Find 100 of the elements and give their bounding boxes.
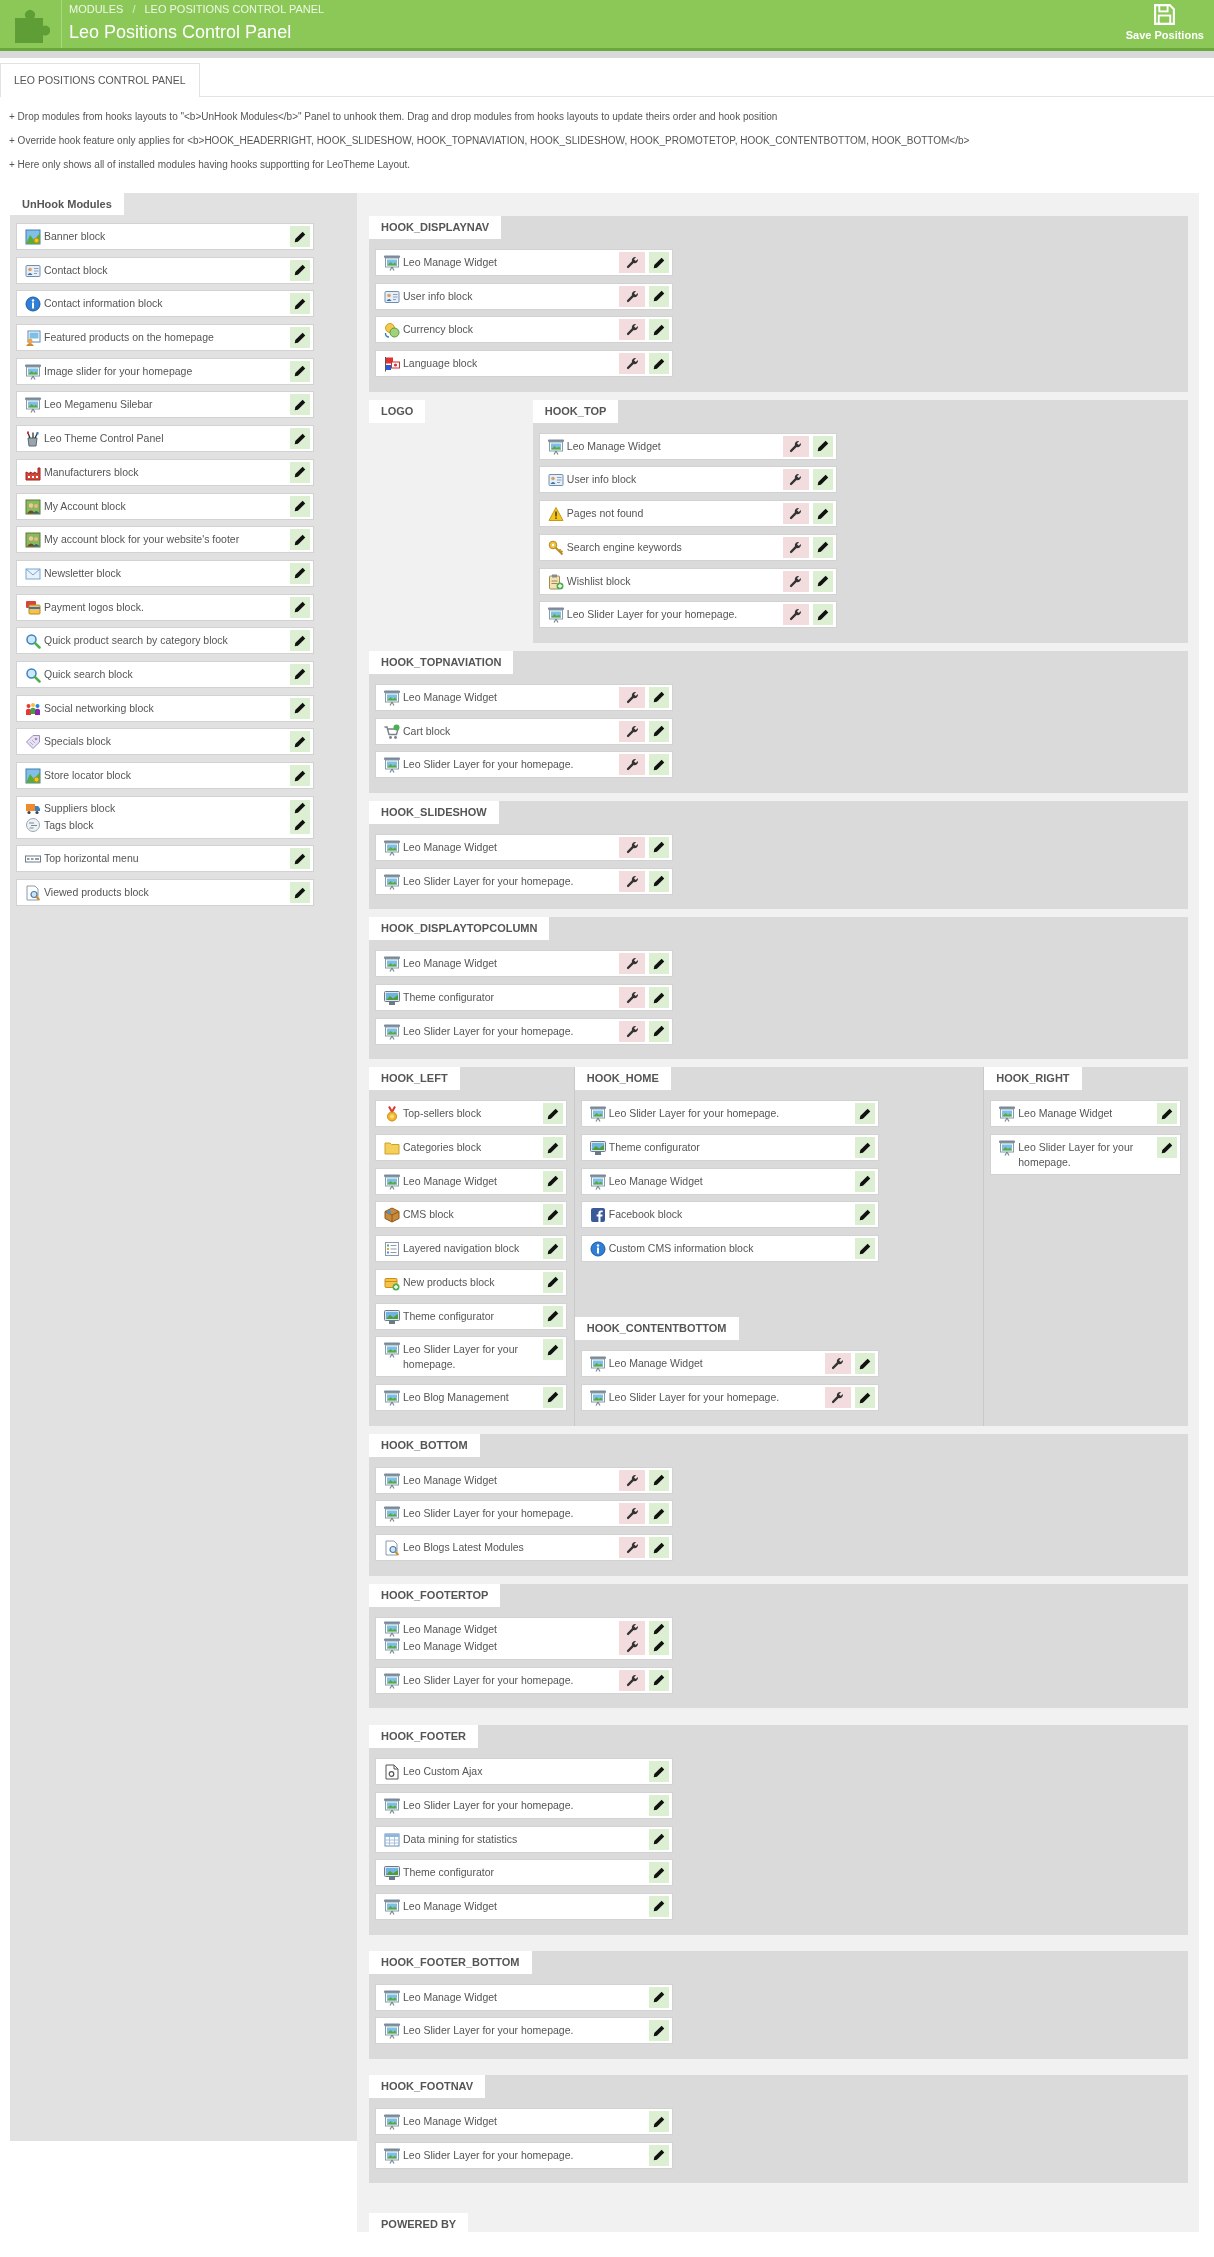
module-item[interactable]: Custom CMS information block	[580, 1235, 879, 1263]
edit-button[interactable]	[649, 1020, 669, 1042]
edit-button[interactable]	[290, 327, 310, 349]
edit-button[interactable]	[854, 1170, 875, 1192]
module-item[interactable]: Manufacturers block	[16, 458, 314, 486]
edit-button[interactable]	[649, 2020, 669, 2042]
module-item[interactable]: Featured products on the homepage	[16, 324, 314, 352]
module-item[interactable]: Leo Megamenu Silebar	[16, 391, 314, 419]
edit-button[interactable]	[290, 799, 310, 817]
edit-button[interactable]	[649, 1537, 669, 1559]
wrench-button[interactable]	[619, 1020, 645, 1042]
edit-button[interactable]	[542, 1204, 563, 1226]
edit-button[interactable]	[649, 252, 669, 273]
edit-button[interactable]	[649, 987, 669, 1008]
module-item[interactable]: Leo Slider Layer for your homepage.	[375, 1666, 673, 1694]
edit-button[interactable]	[542, 1305, 563, 1327]
wrench-button[interactable]	[619, 987, 645, 1008]
edit-button[interactable]	[1157, 1137, 1177, 1159]
module-item[interactable]: Leo Custom Ajax	[375, 1758, 673, 1786]
module-item[interactable]: Categories block	[375, 1134, 567, 1162]
wrench-button[interactable]	[619, 720, 645, 742]
edit-button[interactable]	[290, 360, 310, 382]
edit-button[interactable]	[854, 1353, 875, 1375]
module-item[interactable]: Top horizontal menu	[16, 845, 314, 873]
wrench-button[interactable]	[782, 570, 809, 592]
edit-button[interactable]	[290, 495, 310, 517]
wrench-button[interactable]	[619, 319, 645, 341]
module-item[interactable]: Top-sellers block	[375, 1100, 567, 1128]
edit-button[interactable]	[290, 394, 310, 416]
module-item[interactable]: Leo Manage Widget	[538, 432, 837, 460]
module-item[interactable]: Leo Theme Control Panel	[16, 425, 314, 453]
edit-button[interactable]	[542, 1170, 563, 1192]
module-item[interactable]: Theme configurator	[375, 984, 673, 1011]
edit-button[interactable]	[290, 630, 310, 652]
module-item[interactable]: Leo Manage Widget	[375, 249, 673, 276]
module-item[interactable]: Banner block	[16, 223, 314, 250]
module-item[interactable]: Leo Manage Widget	[990, 1100, 1181, 1128]
edit-button[interactable]	[290, 529, 310, 551]
module-item[interactable]: Contact information block	[16, 290, 314, 318]
edit-button[interactable]	[290, 461, 310, 483]
module-item[interactable]: New products block	[375, 1268, 567, 1296]
wrench-button[interactable]	[824, 1387, 851, 1409]
module-item[interactable]: Theme configurator	[375, 1859, 673, 1887]
edit-button[interactable]	[290, 428, 310, 450]
wrench-button[interactable]	[619, 1669, 645, 1691]
module-item[interactable]: Image slider for your homepage	[16, 357, 314, 385]
edit-button[interactable]	[649, 870, 669, 892]
edit-button[interactable]	[542, 1238, 563, 1260]
module-group[interactable]: Leo Manage Widget Leo Manage Widget	[375, 1616, 673, 1660]
module-item[interactable]: Social networking block	[16, 694, 314, 722]
module-item[interactable]: Leo Slider Layer for your homepage.	[375, 1336, 567, 1378]
module-item[interactable]: Language block	[375, 350, 673, 378]
module-item[interactable]: Facebook block	[580, 1201, 879, 1229]
module-item[interactable]: Leo Slider Layer for your homepage.	[375, 867, 673, 895]
edit-button[interactable]	[854, 1238, 875, 1260]
module-item[interactable]: Leo Slider Layer for your homepage.	[580, 1100, 879, 1128]
edit-button[interactable]	[649, 1794, 669, 1816]
edit-button[interactable]	[649, 720, 669, 742]
edit-button[interactable]	[290, 226, 310, 247]
module-item[interactable]: Payment logos block.	[16, 593, 314, 621]
wrench-button[interactable]	[619, 870, 645, 892]
module-item[interactable]: Leo Slider Layer for your homepage.	[375, 2017, 673, 2045]
wrench-button[interactable]	[782, 503, 809, 525]
module-item[interactable]: Contact block	[16, 256, 314, 284]
module-item[interactable]: Cart block	[375, 717, 673, 745]
edit-button[interactable]	[290, 765, 310, 786]
edit-button[interactable]	[812, 435, 833, 457]
edit-button[interactable]	[812, 503, 833, 525]
edit-button[interactable]	[649, 1503, 669, 1525]
module-item[interactable]: Search engine keywords	[538, 533, 837, 561]
module-item[interactable]: Newsletter block	[16, 559, 314, 587]
module-item[interactable]: Wishlist block	[538, 567, 837, 595]
edit-button[interactable]	[649, 953, 669, 975]
wrench-button[interactable]	[782, 435, 809, 457]
module-item[interactable]: User info block	[375, 282, 673, 310]
module-item[interactable]: Leo Manage Widget	[375, 683, 673, 711]
module-item[interactable]: Leo Manage Widget	[580, 1350, 879, 1378]
module-item[interactable]: Leo Blog Management	[375, 1383, 567, 1411]
module-item[interactable]: Specials block	[16, 728, 314, 756]
edit-button[interactable]	[542, 1137, 563, 1159]
module-item[interactable]: Leo Slider Layer for your homepage.	[538, 601, 837, 629]
edit-button[interactable]	[649, 1761, 669, 1783]
edit-button[interactable]	[854, 1387, 875, 1409]
edit-button[interactable]	[649, 686, 669, 708]
module-group[interactable]: Suppliers block Tags block	[16, 795, 314, 839]
edit-button[interactable]	[542, 1339, 563, 1361]
edit-button[interactable]	[290, 848, 310, 870]
edit-button[interactable]	[290, 731, 310, 753]
module-item[interactable]: My Account block	[16, 492, 314, 520]
wrench-button[interactable]	[782, 536, 809, 558]
wrench-button[interactable]	[619, 754, 645, 776]
module-item[interactable]: Leo Manage Widget	[375, 1167, 567, 1195]
wrench-button[interactable]	[782, 604, 809, 626]
module-item[interactable]: Viewed products block	[16, 879, 314, 907]
module-item[interactable]: Quick product search by category block	[16, 627, 314, 655]
module-item[interactable]: Layered navigation block	[375, 1235, 567, 1263]
edit-button[interactable]	[854, 1103, 875, 1125]
module-item[interactable]: Leo Manage Widget	[375, 1892, 673, 1920]
edit-button[interactable]	[290, 293, 310, 315]
module-item[interactable]: My account block for your website's footer	[16, 526, 314, 554]
